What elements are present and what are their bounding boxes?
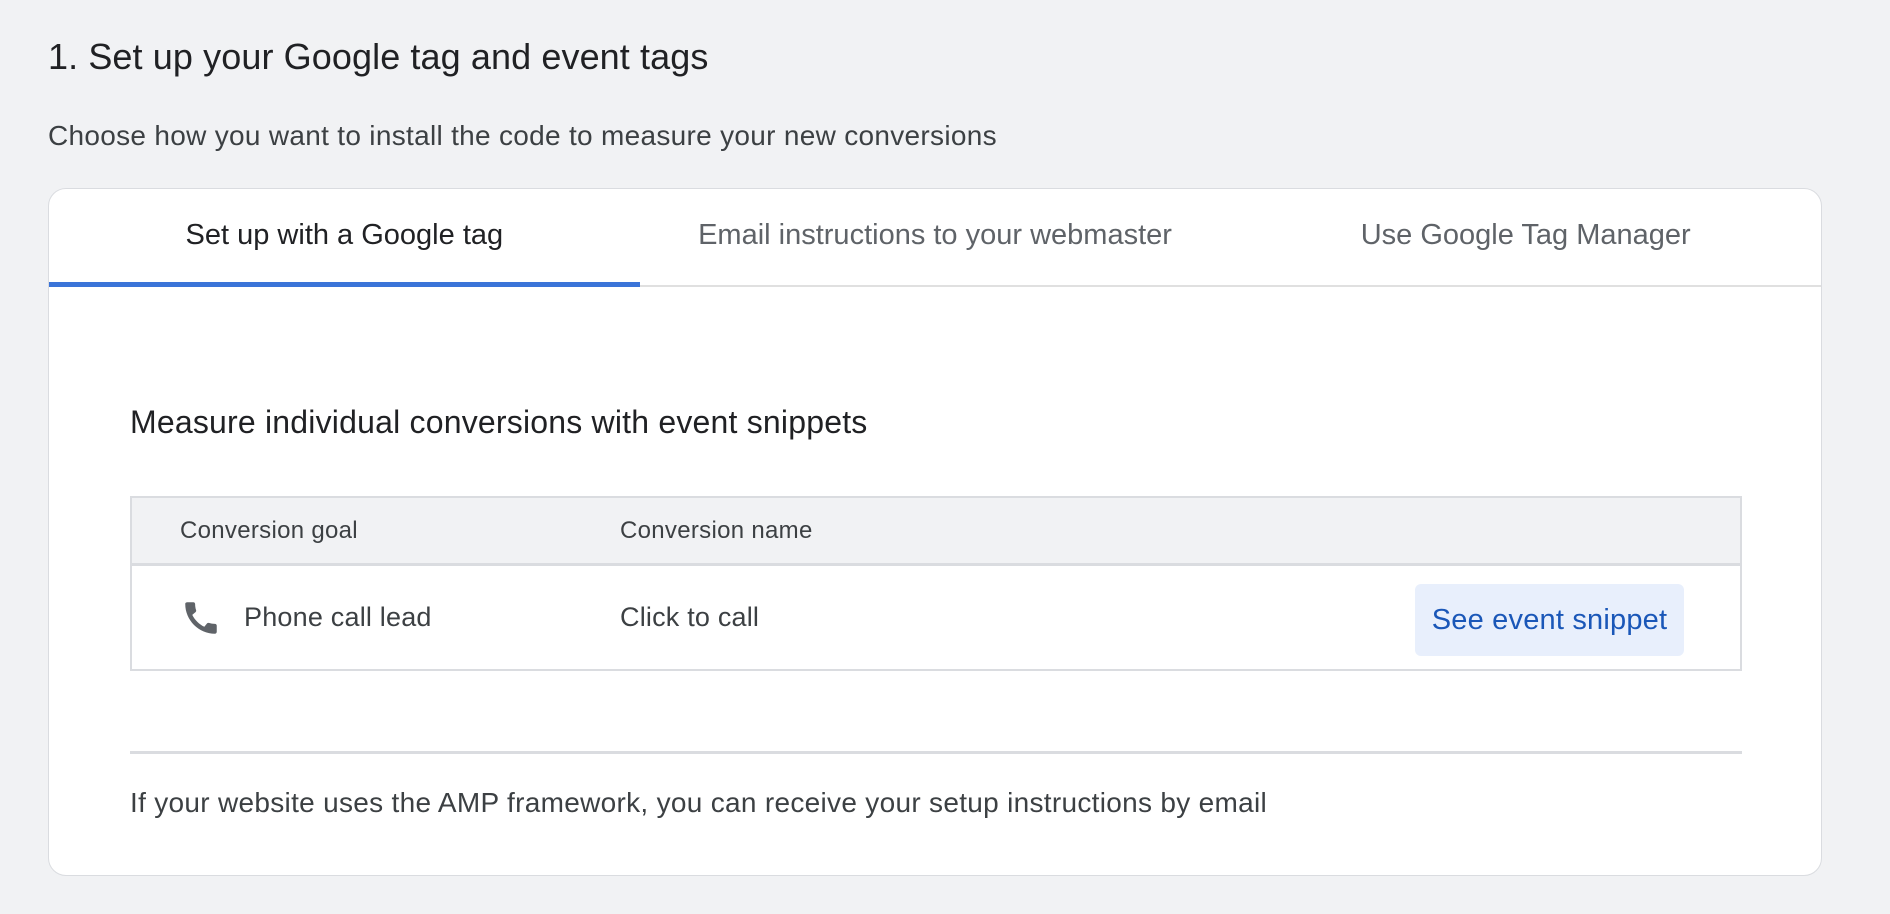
setup-method-tabs: Set up with a Google tag Email instructi…: [49, 189, 1821, 287]
tab-label: Use Google Tag Manager: [1360, 218, 1691, 251]
column-header-goal: Conversion goal: [180, 517, 358, 544]
conversion-goal-cell: Phone call lead: [180, 566, 432, 669]
conversion-goal-text: Phone call lead: [244, 602, 432, 632]
tab-label: Set up with a Google tag: [185, 218, 504, 251]
table-row: Phone call lead Click to call See event …: [132, 566, 1740, 669]
tab-google-tag-manager[interactable]: Use Google Tag Manager: [1230, 189, 1821, 285]
section-subtitle: Choose how you want to install the code …: [48, 120, 997, 151]
amp-email-note: If your website uses the AMP framework, …: [130, 787, 1268, 818]
divider: [130, 751, 1742, 754]
tab-google-tag[interactable]: Set up with a Google tag: [49, 189, 640, 287]
event-snippets-heading: Measure individual conversions with even…: [130, 404, 868, 440]
column-header-name: Conversion name: [620, 517, 813, 544]
table-header: Conversion goal Conversion name: [132, 498, 1740, 566]
phone-icon: [180, 597, 222, 639]
tab-label: Email instructions to your webmaster: [698, 218, 1172, 251]
see-event-snippet-button[interactable]: See event snippet: [1415, 584, 1684, 656]
section-title: 1. Set up your Google tag and event tags: [48, 36, 709, 77]
conversions-table: Conversion goal Conversion name Phone ca…: [130, 496, 1742, 671]
conversion-name-cell: Click to call: [620, 602, 760, 632]
setup-card: Set up with a Google tag Email instructi…: [48, 188, 1822, 876]
tab-email-webmaster[interactable]: Email instructions to your webmaster: [640, 189, 1231, 285]
